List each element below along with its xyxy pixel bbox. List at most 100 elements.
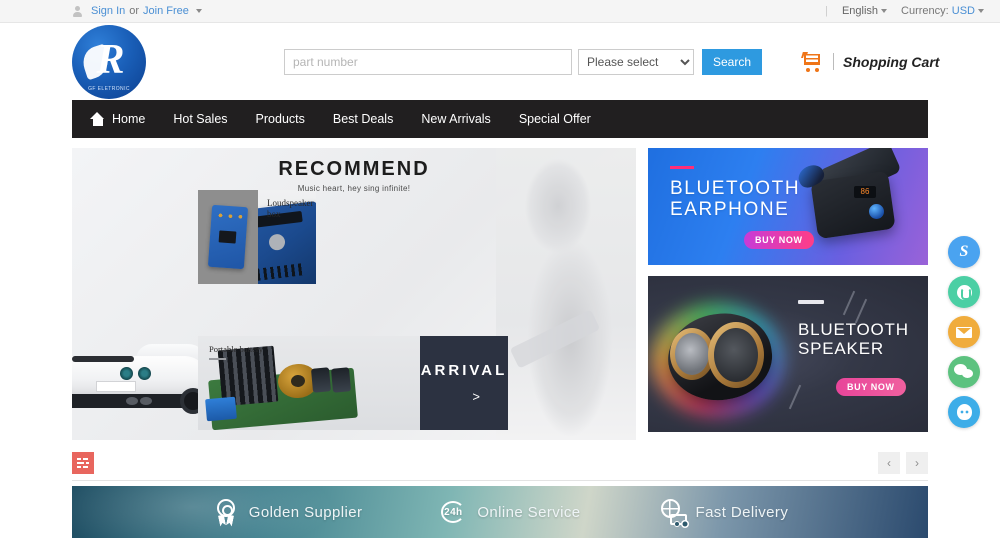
promo-bluetooth-earphone[interactable]: BLUETOOTH EARPHONE 86 BUY NOW <box>648 148 928 265</box>
floating-social-sidebar: S <box>948 236 980 428</box>
service-item-fast-delivery[interactable]: Fast Delivery <box>659 498 789 527</box>
user-icon <box>72 5 83 17</box>
site-header: R GF ELETRONIC Please select Search Shop… <box>0 23 1000 100</box>
24h-clock-icon: 24h <box>440 498 468 526</box>
recommend-subtitle: Music heart, hey sing infinite! <box>297 184 411 193</box>
chevron-down-icon <box>881 9 888 14</box>
nav-item-best-deals[interactable]: Best Deals <box>319 100 407 138</box>
accent-tick <box>670 166 694 169</box>
carousel-prev-button[interactable]: ‹ <box>878 452 900 474</box>
nav-item-label: Hot Sales <box>173 112 228 126</box>
search-bar: Please select Search <box>284 48 762 75</box>
grid-view-button[interactable] <box>72 452 94 474</box>
sports-car-photo <box>72 336 216 414</box>
portable-battery-label: Portable battery <box>209 344 264 354</box>
arrival-label: ARRIVAL <box>420 362 508 379</box>
promo-bluetooth-speaker[interactable]: BLUETOOTH SPEAKER BUY NOW <box>648 276 928 432</box>
nav-item-label: Home <box>112 112 146 126</box>
carousel-arrows: ‹ › <box>878 452 928 474</box>
currency-selector[interactable]: Currency: USD <box>901 5 984 17</box>
recommend-tile-grid: HOT SALLER SALES EXPERIENCE AREA Shop no… <box>198 190 508 430</box>
shopping-cart[interactable]: Shopping Cart <box>801 51 940 72</box>
wechat-icon[interactable] <box>948 356 980 388</box>
search-button[interactable]: Search <box>702 48 762 75</box>
nav-item-products[interactable]: Products <box>242 100 319 138</box>
site-logo[interactable]: R GF ELETRONIC <box>72 24 150 99</box>
buy-now-button[interactable]: BUY NOW <box>836 378 906 396</box>
divider <box>833 53 834 70</box>
recommend-title: RECOMMEND <box>278 158 430 180</box>
hero-section: RECOMMEND Music heart, hey sing infinite… <box>72 148 928 440</box>
earbud-led-icon <box>869 204 884 219</box>
join-free-link[interactable]: Join Free <box>143 5 189 17</box>
nav-item-label: Products <box>255 112 305 126</box>
or-text: or <box>129 5 140 17</box>
locale-settings: | English Currency: USD <box>825 5 984 17</box>
promo-title-line2: EARPHONE <box>670 199 790 221</box>
language-selector[interactable]: English <box>842 5 888 17</box>
recommend-heading: RECOMMEND Music heart, hey sing infinite… <box>72 158 636 193</box>
search-input[interactable] <box>284 48 572 75</box>
service-item-golden-supplier[interactable]: Golden Supplier <box>212 498 363 526</box>
nav-item-new-arrivals[interactable]: New Arrivals <box>407 100 504 138</box>
currency-value: USD <box>951 5 975 17</box>
horizontal-divider <box>72 480 928 481</box>
search-category-select[interactable]: Please select <box>578 48 694 75</box>
sign-in-link[interactable]: Sign In <box>91 5 125 17</box>
service-item-online-service[interactable]: 24h Online Service <box>440 498 580 526</box>
speaker-cone-left <box>675 333 709 375</box>
logo-subtext: GF ELETRONIC <box>88 85 130 92</box>
home-icon <box>90 112 105 126</box>
skype-icon[interactable]: S <box>948 236 980 268</box>
logo-circle: R GF ELETRONIC <box>72 24 146 99</box>
nav-item-label: New Arrivals <box>421 112 491 126</box>
carousel-next-button[interactable]: › <box>906 452 928 474</box>
shopping-cart-label: Shopping Cart <box>843 53 940 70</box>
top-utility-bar: Sign In or Join Free | English Currency:… <box>0 0 1000 23</box>
tile-row-top: HOT SALLER SALES EXPERIENCE AREA Shop no… <box>198 190 508 284</box>
tile-loudspeaker-box[interactable]: Loudspeaker box <box>258 190 316 284</box>
nav-item-hot-sales[interactable]: Hot Sales <box>159 100 241 138</box>
nav-item-special-offer[interactable]: Special Offer <box>505 100 605 138</box>
nav-item-home[interactable]: Home <box>72 100 159 138</box>
medal-icon <box>212 498 240 526</box>
promo-title-line2: SPEAKER <box>798 339 884 359</box>
nav-item-label: Best Deals <box>332 112 394 126</box>
account-links: Sign In or Join Free <box>72 5 202 17</box>
qq-icon[interactable] <box>948 396 980 428</box>
recommend-banner[interactable]: RECOMMEND Music heart, hey sing infinite… <box>72 148 636 440</box>
whatsapp-icon[interactable] <box>948 276 980 308</box>
globe-truck-icon <box>659 498 687 527</box>
service-item-label: Fast Delivery <box>695 503 789 521</box>
grid-view-icon <box>77 458 89 468</box>
carousel-controls: ‹ › <box>72 452 928 474</box>
decor-slash <box>842 290 856 316</box>
promo-speaker-title: BLUETOOTH SPEAKER <box>798 320 909 358</box>
chevron-down-icon[interactable] <box>195 9 202 13</box>
buy-now-button[interactable]: BUY NOW <box>744 231 814 249</box>
earbuds-display: 86 <box>854 186 876 198</box>
accent-tick <box>798 300 824 304</box>
logo-letter: R <box>96 36 125 83</box>
promo-title-line1: BLUETOOTH <box>670 178 801 199</box>
speaker-cone-right <box>714 328 758 382</box>
service-item-label: Online Service <box>477 503 581 521</box>
email-icon[interactable] <box>948 316 980 348</box>
tile-row-bottom: Portable battery ARRIVAL > <box>198 284 508 430</box>
shopping-cart-icon <box>801 51 824 72</box>
decor-slash <box>788 384 802 410</box>
main-navigation: Home Hot Sales Products Best Deals New A… <box>72 100 928 138</box>
chip-module-photo <box>207 204 249 270</box>
promo-earphone-title: BLUETOOTH EARPHONE <box>670 178 800 221</box>
service-item-label: Golden Supplier <box>248 503 363 521</box>
underline-rule <box>209 358 226 360</box>
arrival-arrow-icon[interactable]: > <box>472 389 480 404</box>
tile-chip-module[interactable] <box>198 190 258 284</box>
chevron-down-icon <box>978 9 984 14</box>
promo-title-line1: BLUETOOTH <box>798 320 909 339</box>
loudspeaker-label: Loudspeaker box <box>267 198 314 220</box>
earbuds-case-photo <box>810 170 896 240</box>
nav-item-label: Special Offer <box>518 112 591 126</box>
promo-column: BLUETOOTH EARPHONE 86 BUY NOW BLUETOOTH … <box>648 148 928 440</box>
service-banner: Golden Supplier 24h Online Service Fast … <box>72 486 928 538</box>
